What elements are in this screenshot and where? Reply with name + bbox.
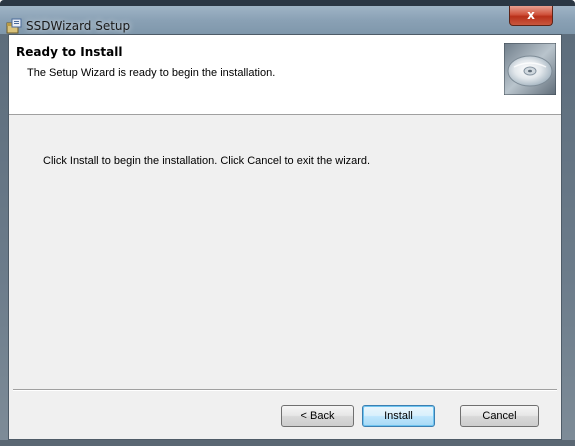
header-banner: Ready to Install The Setup Wizard is rea… bbox=[9, 35, 561, 115]
back-button[interactable]: < Back bbox=[281, 405, 354, 427]
page-title: Ready to Install bbox=[16, 45, 123, 59]
window-bottom-edge bbox=[0, 440, 575, 446]
close-button[interactable]: x bbox=[509, 6, 553, 26]
page-subtitle: The Setup Wizard is ready to begin the i… bbox=[27, 67, 276, 79]
instruction-text: Click Install to begin the installation.… bbox=[43, 155, 371, 167]
cd-disc-icon bbox=[503, 42, 557, 96]
close-icon: x bbox=[527, 8, 535, 22]
cancel-button[interactable]: Cancel bbox=[460, 405, 539, 427]
install-button[interactable]: Install bbox=[362, 405, 435, 427]
installer-package-icon bbox=[6, 18, 22, 34]
window-title: SSDWizard Setup bbox=[26, 19, 131, 33]
wizard-client-area: Ready to Install The Setup Wizard is rea… bbox=[8, 34, 562, 440]
button-separator bbox=[13, 389, 557, 391]
setup-window: SSDWizard Setup x Ready to Install The S… bbox=[0, 0, 575, 446]
